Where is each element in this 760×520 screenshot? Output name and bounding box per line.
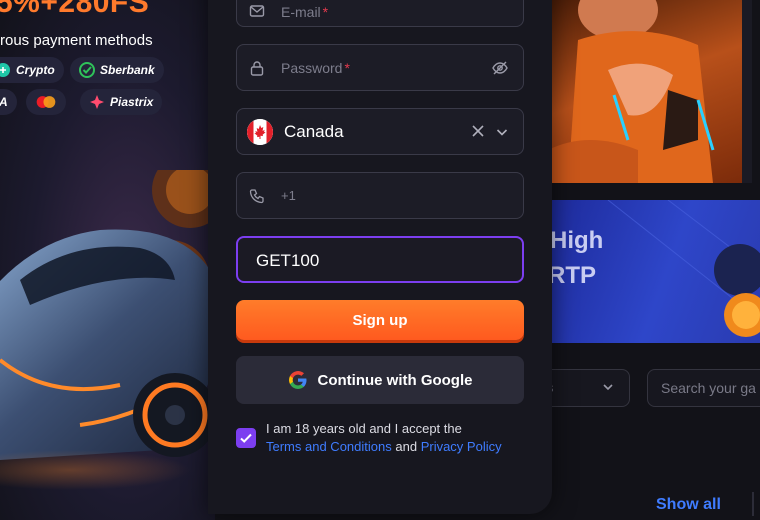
clear-icon[interactable] <box>471 124 485 138</box>
email-placeholder: E-mail * <box>281 4 329 20</box>
eye-off-icon[interactable] <box>491 59 509 77</box>
phone-field[interactable]: +1 <box>236 172 524 219</box>
sberbank-icon <box>79 62 95 78</box>
country-value: Canada <box>284 122 344 141</box>
email-field[interactable]: E-mail * <box>236 0 524 27</box>
promo-code-value: GET100 <box>256 251 320 270</box>
terms-and-conditions-link[interactable]: Terms and Conditions <box>266 439 392 454</box>
character-artwork <box>548 0 752 183</box>
sign-up-button[interactable]: Sign up <box>236 300 524 340</box>
chevron-down-icon <box>603 384 613 391</box>
character-illustration <box>548 0 715 183</box>
payment-chip-mastercard <box>26 89 66 115</box>
payment-chip-label: SA <box>0 95 8 109</box>
payment-chip-sberbank: Sberbank <box>70 57 164 83</box>
promo-code-input[interactable]: GET100 <box>236 236 524 283</box>
banner-title-line2: RTP <box>548 262 596 289</box>
promo-subtitle: rous payment methods <box>0 32 153 49</box>
phone-icon <box>249 189 264 204</box>
payment-chip-label: Sberbank <box>100 63 155 77</box>
password-field[interactable]: Password * <box>236 44 524 91</box>
payment-chip-piastrix: Piastrix <box>80 89 163 115</box>
payment-chip-label: Crypto <box>16 63 55 77</box>
google-button-label: Continue with Google <box>317 371 473 389</box>
piastrix-icon <box>90 95 104 109</box>
privacy-policy-link[interactable]: Privacy Policy <box>421 439 502 454</box>
terms-prefix: I am 18 years old and I accept the <box>266 421 462 436</box>
promo-headline: 5%+280FS <box>0 0 150 19</box>
chevron-down-icon[interactable] <box>495 125 509 139</box>
crypto-icon <box>0 63 10 77</box>
sports-car-illustration <box>0 170 215 490</box>
high-rtp-banner[interactable]: High RTP <box>548 200 760 343</box>
password-placeholder: Password * <box>281 60 350 76</box>
terms-text: I am 18 years old and I accept the Terms… <box>266 420 526 456</box>
canada-flag-icon <box>247 119 273 145</box>
country-select[interactable]: Canada <box>236 108 524 155</box>
game-search-input[interactable]: Search your ga <box>647 369 760 407</box>
payment-chip-label: Piastrix <box>110 95 154 109</box>
provider-select[interactable]: s <box>540 369 630 407</box>
terms-conjunction: and <box>395 439 418 454</box>
mastercard-icon <box>36 96 56 108</box>
artwork-edge <box>742 0 752 183</box>
show-all-divider <box>752 492 754 516</box>
show-all-link[interactable]: Show all <box>656 496 721 514</box>
continue-with-google-button[interactable]: Continue with Google <box>236 356 524 404</box>
age-terms-checkbox[interactable] <box>236 428 256 448</box>
banner-title-line1: High <box>550 227 604 254</box>
lock-icon <box>250 61 264 76</box>
payment-chip-crypto: Crypto <box>0 57 64 83</box>
payment-chip-visa: SA <box>0 89 17 115</box>
phone-prefix: +1 <box>281 188 296 203</box>
promo-panel: 5%+280FS rous payment methods Crypto Sbe… <box>0 0 215 520</box>
checkmark-icon <box>240 433 252 443</box>
google-icon <box>288 371 306 389</box>
mail-icon <box>249 5 265 17</box>
